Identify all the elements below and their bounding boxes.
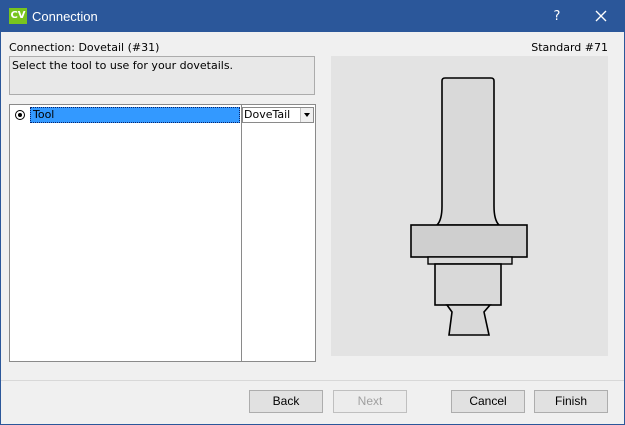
instruction-text: Select the tool to use for your dovetail… [9,56,315,95]
standard-label: Standard #71 [531,41,608,54]
cancel-button[interactable]: Cancel [451,390,525,413]
tool-radio-button[interactable] [15,110,25,120]
back-button[interactable]: Back [249,390,323,413]
connection-dialog: CV Connection ? Connection: Dovetail (#3… [0,0,625,425]
dropdown-arrow-icon[interactable] [300,108,313,122]
finish-button[interactable]: Finish [534,390,608,413]
window-title: Connection [32,9,98,24]
tool-property-grid: Tool DoveTail [9,104,316,362]
tool-row-label[interactable]: Tool [30,107,240,123]
app-logo-icon: CV [9,8,27,24]
tool-preview-panel [331,56,608,356]
next-button[interactable]: Next [333,390,407,413]
connection-label: Connection: Dovetail (#31) [9,41,160,54]
dovetail-router-bit-illustration [410,77,528,336]
grid-column-divider [241,105,242,361]
title-bar: CV Connection ? [1,1,624,32]
close-icon [595,10,607,22]
close-button[interactable] [585,1,617,32]
tool-select-value: DoveTail [244,108,291,121]
help-button[interactable]: ? [541,1,573,32]
tool-select-dropdown[interactable]: DoveTail [242,107,314,123]
